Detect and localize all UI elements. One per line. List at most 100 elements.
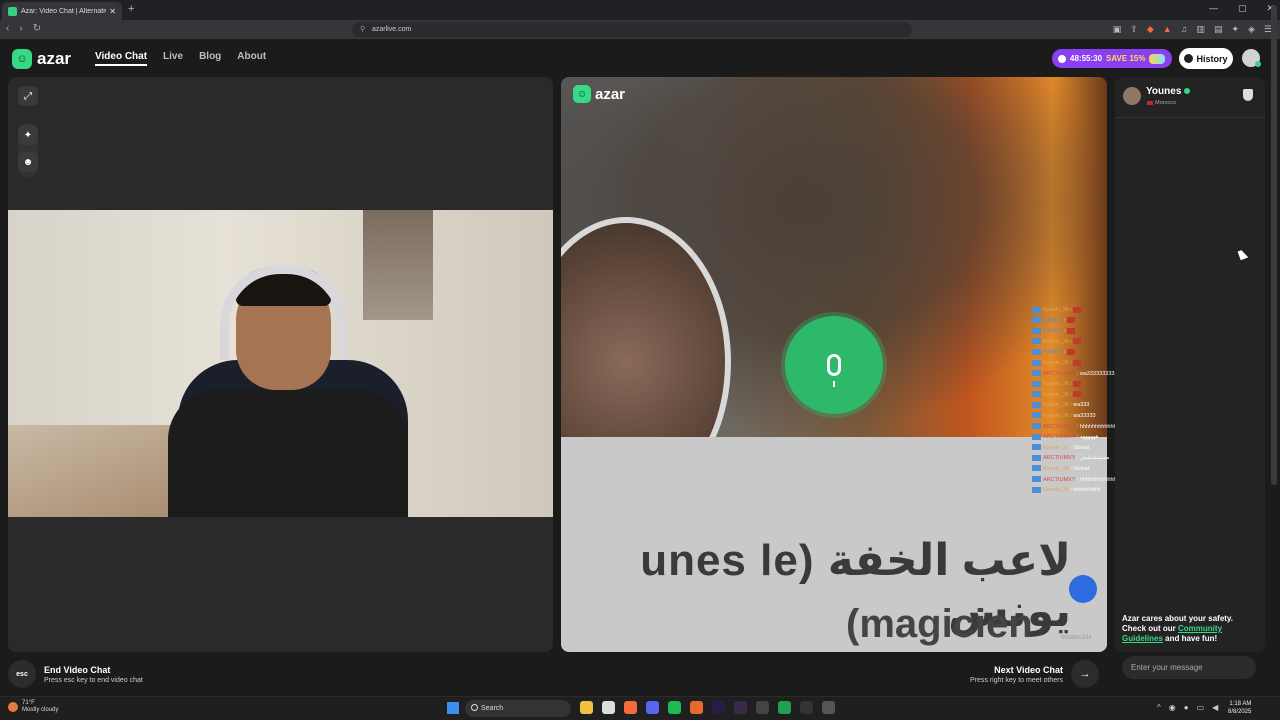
volume-icon[interactable]: ◀: [1212, 703, 1218, 712]
chat-username: Kaneki_2k: [1043, 359, 1069, 366]
esc-button[interactable]: esc: [8, 660, 36, 688]
promo-save: SAVE 15%: [1106, 54, 1146, 63]
nav-live[interactable]: Live: [163, 51, 183, 66]
logo-text: azar: [37, 49, 72, 68]
terminal-icon[interactable]: [756, 701, 769, 714]
tray-chevron-icon[interactable]: ^: [1157, 703, 1161, 712]
stranger-azar-logo: ☺ azar: [573, 85, 625, 103]
time-text: 1:18 AM: [1229, 701, 1252, 707]
chat-username: Kaneki_2k: [1043, 381, 1069, 388]
nav-about[interactable]: About: [237, 51, 266, 66]
nav-blog[interactable]: Blog: [199, 51, 221, 66]
level-badge-icon: [1032, 327, 1041, 334]
maximize-icon[interactable]: ▢: [1238, 3, 1247, 14]
sparkle-effects-icon[interactable]: ✦: [18, 125, 38, 145]
browser-tabbar: Azar: Video Chat | Alternative ✕ + — ▢ ✕: [0, 0, 1280, 20]
level-badge-icon: [1032, 486, 1041, 493]
promo-badge[interactable]: 48:55:30 SAVE 15%: [1052, 49, 1172, 68]
background-door: [363, 210, 433, 320]
new-tab-icon[interactable]: +: [128, 3, 134, 15]
share-icon[interactable]: ⇪: [1130, 24, 1138, 35]
after-effects-icon[interactable]: [734, 701, 747, 714]
flag-emoji-icon: [1073, 391, 1082, 398]
level-badge-icon: [1032, 476, 1041, 483]
weather-icon: [8, 702, 18, 712]
chat-username: ARCTIUMXY: [1043, 455, 1076, 462]
discord-icon[interactable]: [646, 701, 659, 714]
window-controls: — ▢ ✕: [1209, 3, 1274, 14]
chat-username: ARCTIUMXY: [1043, 434, 1076, 441]
level-badge-icon: [1032, 433, 1041, 440]
minimize-icon[interactable]: —: [1209, 3, 1218, 14]
file-explorer-icon[interactable]: [580, 701, 593, 714]
close-tab-icon[interactable]: ✕: [109, 7, 116, 16]
partner-country-text: Morocco: [1155, 100, 1177, 106]
level-badge-icon: [1032, 454, 1041, 461]
wallet-icon[interactable]: ▤: [1214, 24, 1223, 35]
partner-header: Younes Morocco: [1115, 77, 1265, 118]
leo-icon[interactable]: ✦: [1231, 24, 1239, 35]
spotify-icon[interactable]: [668, 701, 681, 714]
my-video-panel: ⤢ ✦ ☻: [8, 77, 553, 652]
weather-temp: 71°F: [22, 700, 35, 706]
premiere-icon[interactable]: [712, 701, 725, 714]
next-video-chat[interactable]: Next Video Chat Press right key to meet …: [970, 660, 1099, 688]
media-icon[interactable]: ♫: [1181, 24, 1188, 35]
level-badge-icon: [1032, 401, 1041, 408]
vpn-icon[interactable]: ◈: [1248, 24, 1255, 35]
face-filter-icon[interactable]: ☻: [18, 152, 38, 172]
azar-logo-icon: ☺: [12, 49, 32, 69]
system-tray: ^ ◉ ● ▭ ◀: [1157, 703, 1218, 712]
next-chat-hint: Press right key to meet others: [970, 676, 1063, 684]
chat-username: Kaneki_2k: [1043, 338, 1069, 345]
end-chat-title: End Video Chat: [44, 664, 111, 675]
chrome-icon[interactable]: [800, 701, 813, 714]
chat-username: Kaneki_2k: [1043, 307, 1069, 313]
clock[interactable]: 1:18 AM 8/8/2025: [1228, 700, 1251, 716]
site-info-icon[interactable]: ⚲: [360, 25, 365, 33]
flag-emoji-icon: [1067, 348, 1076, 355]
profile-avatar[interactable]: [1242, 49, 1261, 67]
blue-dot: [1069, 575, 1097, 603]
azar-logo[interactable]: ☺ azar: [12, 49, 71, 69]
nav-video-chat[interactable]: Video Chat: [95, 51, 148, 66]
chat-text: l3oinat: [1073, 444, 1090, 451]
tab-title: Azar: Video Chat | Alternative: [21, 7, 107, 15]
sidebar-icon[interactable]: ▥: [1196, 24, 1205, 35]
windows-start-icon[interactable]: [447, 702, 459, 714]
report-shield-icon[interactable]: [1243, 89, 1253, 101]
flag-emoji-icon: [1073, 380, 1082, 387]
tray-mic-icon[interactable]: ●: [1184, 703, 1189, 712]
message-input[interactable]: [1122, 656, 1256, 679]
browser-tab[interactable]: Azar: Video Chat | Alternative ✕: [2, 2, 122, 20]
install-app-icon[interactable]: ▣: [1113, 24, 1122, 35]
history-button[interactable]: History: [1179, 48, 1233, 69]
brave-rewards-icon[interactable]: ▲: [1163, 24, 1172, 35]
media-player-icon[interactable]: [778, 701, 791, 714]
level-badge-icon: [1032, 359, 1041, 366]
store-icon[interactable]: [602, 701, 615, 714]
back-icon[interactable]: ‹: [6, 23, 9, 34]
brave-shields-icon[interactable]: ◆: [1147, 24, 1154, 35]
settings-icon[interactable]: [822, 701, 835, 714]
microphone-button[interactable]: [785, 316, 883, 414]
expand-icon[interactable]: ⤢: [18, 86, 38, 106]
app-icon[interactable]: [690, 701, 703, 714]
stranger-video-panel: unes le) لاعب الخفة يونس (magicien ticta…: [561, 77, 1107, 652]
forward-icon[interactable]: ›: [19, 23, 22, 34]
partner-avatar[interactable]: [1123, 87, 1141, 105]
network-icon[interactable]: ▭: [1197, 703, 1205, 712]
tray-app-icon[interactable]: ◉: [1169, 703, 1176, 712]
brave-browser-icon[interactable]: [624, 701, 637, 714]
arrow-right-icon[interactable]: →: [1070, 660, 1099, 688]
address-bar[interactable]: ⚲ azarlive.com: [352, 22, 912, 37]
nav-buttons: ‹ › ↻: [6, 23, 41, 34]
weather-desc: Mostly cloudy: [22, 707, 59, 713]
weather-widget[interactable]: 71°F Mostly cloudy: [8, 700, 58, 714]
end-video-chat[interactable]: esc End Video Chat Press esc key to end …: [8, 660, 143, 688]
reload-icon[interactable]: ↻: [33, 23, 41, 34]
chat-username: Kaneki_2k: [1043, 391, 1069, 398]
page-scrollbar[interactable]: [1271, 5, 1277, 485]
flag-emoji-icon: [1073, 359, 1082, 366]
taskbar-search[interactable]: Search: [465, 700, 571, 717]
